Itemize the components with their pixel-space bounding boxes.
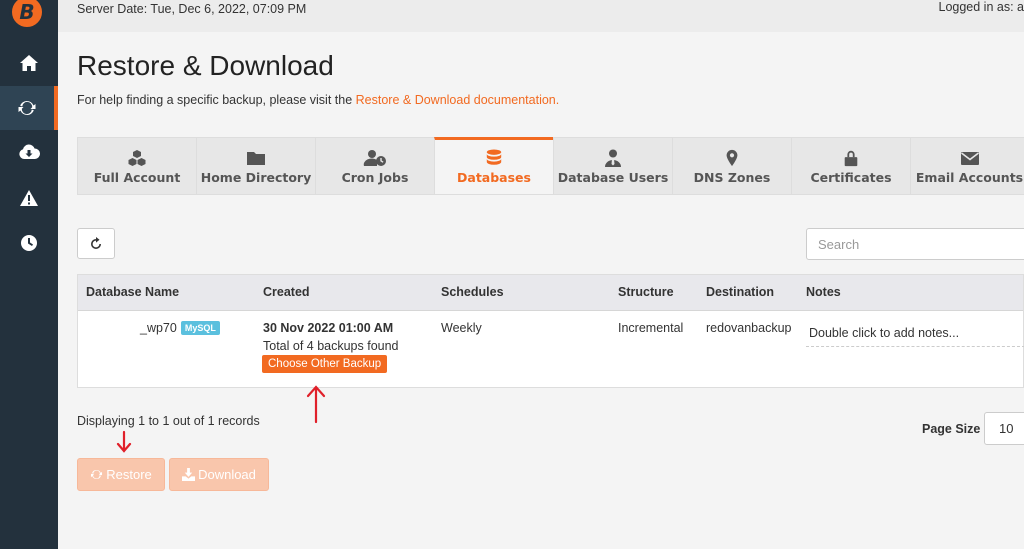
tab-databases[interactable]: Databases	[434, 137, 553, 195]
help-text-prefix: For help finding a specific backup, plea…	[77, 93, 356, 107]
database-name: _wp70	[140, 321, 177, 335]
sidebar-item-restore[interactable]	[0, 86, 58, 130]
tab-full-account[interactable]: Full Account	[77, 137, 196, 195]
tab-label: Email Accounts	[915, 170, 1024, 185]
restore-button[interactable]: Restore	[77, 458, 165, 491]
structure-value: Incremental	[618, 321, 684, 335]
column-header-database-name[interactable]: Database Name	[86, 285, 179, 299]
tab-label: Databases	[457, 170, 531, 185]
notes-field[interactable]: Double click to add notes...	[806, 319, 1024, 347]
tab-database-users[interactable]: Database Users	[553, 137, 672, 195]
envelope-icon	[960, 152, 979, 165]
refresh-icon	[91, 469, 103, 480]
tab-cron-jobs[interactable]: Cron Jobs	[315, 137, 434, 195]
sidebar: B	[0, 0, 58, 549]
tab-label: DNS Zones	[693, 170, 771, 185]
logo-letter: B	[19, 0, 35, 24]
sidebar-item-alerts[interactable]	[0, 176, 58, 220]
download-button[interactable]: Download	[169, 458, 269, 491]
tab-home-directory[interactable]: Home Directory	[196, 137, 315, 195]
refresh-icon	[18, 100, 36, 116]
user-tie-icon	[605, 149, 621, 167]
cloud-download-icon	[19, 144, 40, 159]
download-icon	[182, 468, 196, 481]
backup-type-tabs: Full Account Home Directory Cron Jobs Da…	[77, 137, 1024, 195]
refresh-button[interactable]	[77, 228, 115, 259]
databases-table: Database Name Created Schedules Structur…	[77, 274, 1024, 388]
table-header: Database Name Created Schedules Structur…	[78, 275, 1023, 311]
home-icon	[20, 55, 38, 71]
top-bar: Server Date: Tue, Dec 6, 2022, 07:09 PM …	[58, 0, 1024, 32]
column-header-schedules[interactable]: Schedules	[441, 285, 504, 299]
documentation-link[interactable]: Restore & Download documentation.	[356, 93, 560, 107]
database-icon	[486, 149, 502, 165]
help-text: For help finding a specific backup, plea…	[77, 93, 559, 107]
sidebar-item-download[interactable]	[0, 131, 58, 175]
tab-label: Home Directory	[200, 170, 312, 185]
tab-dns-zones[interactable]: DNS Zones	[672, 137, 791, 195]
destination-value: redovanbackup	[706, 321, 792, 335]
tab-label: Database Users	[557, 170, 669, 185]
column-header-structure[interactable]: Structure	[618, 285, 674, 299]
server-date: Server Date: Tue, Dec 6, 2022, 07:09 PM	[77, 2, 307, 16]
clock-icon	[21, 235, 37, 251]
lock-icon	[844, 150, 858, 167]
mysql-badge: MySQL	[180, 321, 220, 335]
created-date: 30 Nov 2022 01:00 AM	[263, 321, 394, 335]
sidebar-item-history[interactable]	[0, 221, 58, 265]
tab-label: Cron Jobs	[341, 170, 409, 185]
database-name-cell: _wp70 MySQL	[140, 321, 220, 335]
page-title: Restore & Download	[77, 50, 334, 81]
cubes-icon	[128, 150, 146, 166]
restore-label: Restore	[106, 467, 152, 482]
backups-found: Total of 4 backups found	[263, 339, 399, 353]
annotation-arrow-up	[306, 385, 326, 424]
tab-label: Certificates	[810, 170, 892, 185]
page-size-select[interactable]: 10	[984, 412, 1024, 445]
column-header-notes[interactable]: Notes	[806, 285, 841, 299]
sidebar-item-home[interactable]	[0, 41, 58, 85]
column-header-destination[interactable]: Destination	[706, 285, 774, 299]
tab-label: Full Account	[93, 170, 181, 185]
schedule-value: Weekly	[441, 321, 482, 335]
tab-certificates[interactable]: Certificates	[791, 137, 910, 195]
records-count: Displaying 1 to 1 out of 1 records	[77, 414, 260, 428]
search-input[interactable]	[806, 228, 1024, 260]
app-logo[interactable]: B	[9, 0, 45, 30]
folder-icon	[247, 152, 265, 165]
column-header-created[interactable]: Created	[263, 285, 310, 299]
user-clock-icon	[363, 150, 386, 166]
main-content: Restore & Download For help finding a sp…	[58, 32, 1024, 549]
rotate-icon	[91, 236, 101, 249]
choose-other-backup-button[interactable]: Choose Other Backup	[262, 355, 388, 373]
annotation-arrow-down	[116, 430, 132, 453]
tab-email-accounts[interactable]: Email Accounts	[910, 137, 1024, 195]
map-marker-icon	[726, 149, 738, 167]
warning-icon	[20, 190, 38, 206]
page-size-label: Page Size	[922, 422, 981, 436]
download-label: Download	[198, 467, 256, 482]
logged-in-label: Logged in as: a	[938, 0, 1024, 14]
